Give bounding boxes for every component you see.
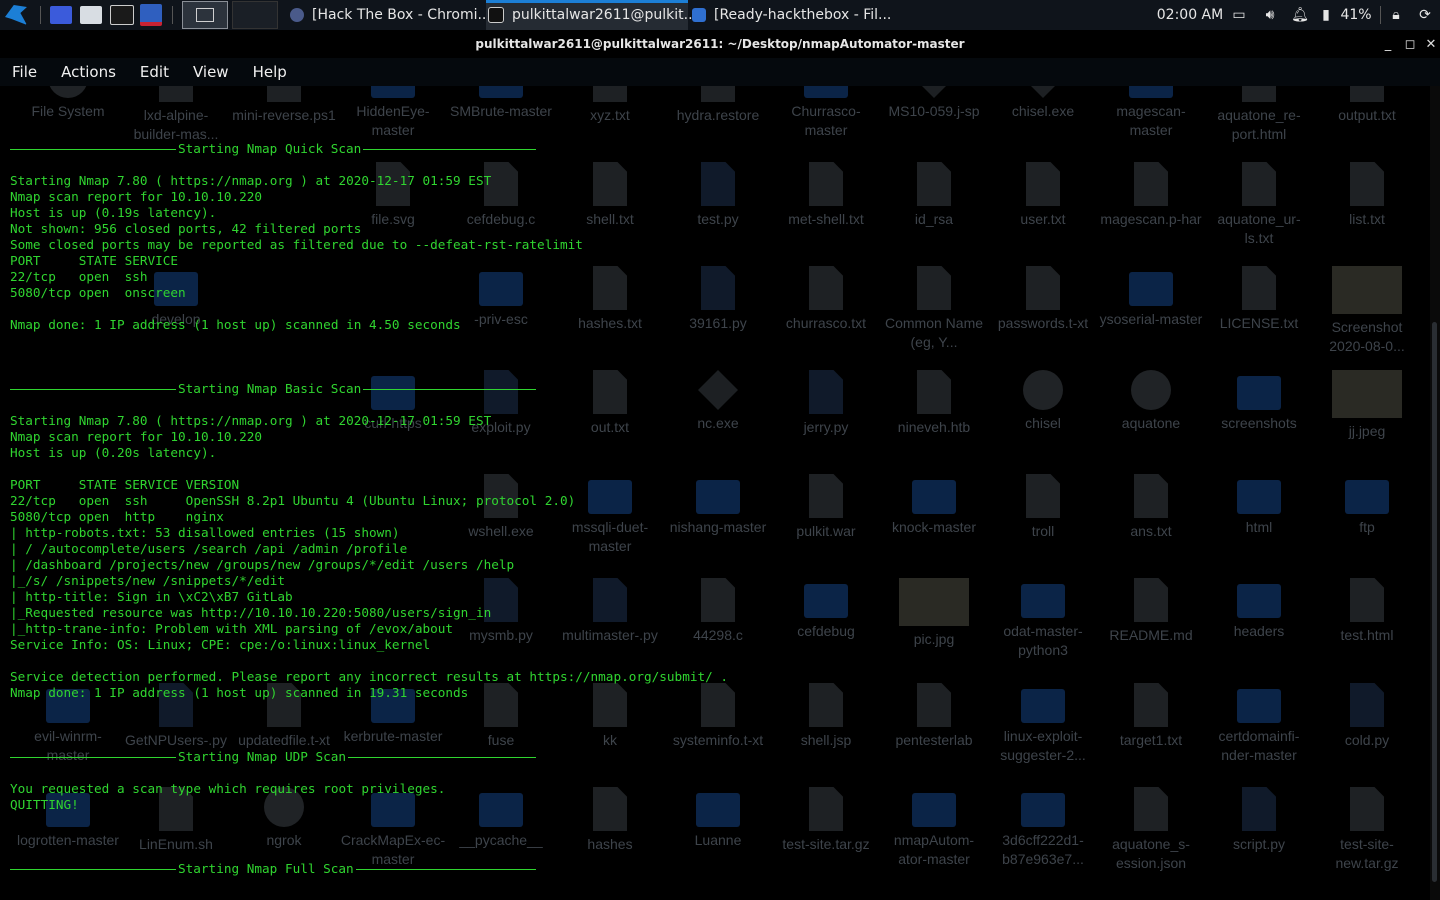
panel-separator [172,6,173,24]
maximize-button[interactable]: ◻ [1400,30,1420,58]
terminal-line: Host is up (0.20s latency). [10,445,217,460]
task-terminal[interactable]: pulkittalwar2611@pulkit... [486,0,697,30]
volume-icon[interactable]: 🔊︎ [1260,0,1280,30]
header-text: Starting Nmap Quick Scan [178,141,362,156]
battery-icon[interactable]: ▮ [1318,0,1334,30]
terminal-line: Some closed ports may be reported as fil… [10,237,583,252]
close-button[interactable]: ✕ [1421,30,1440,58]
workspace-terminal-icon [196,8,214,22]
header-rule [10,149,176,150]
scrollbar-thumb[interactable] [1432,322,1437,882]
terminal-line: PORT STATE SERVICE [10,253,179,268]
lock-icon[interactable]: 🔒︎ [1386,0,1406,30]
scan-header: Starting Nmap Basic Scan [10,381,536,397]
chromium-icon [290,8,304,22]
terminal-line: You requested a scan type which requires… [10,781,446,796]
task-label: [Hack The Box - Chromi... [312,7,491,23]
terminal-scrollbar[interactable] [1430,86,1440,900]
header-rule [348,757,536,758]
terminal-line: Service detection performed. Please repo… [10,669,729,684]
terminal-output[interactable]: Starting Nmap Quick Scan Starting Nmap 7.… [0,86,1428,900]
terminal-line: 22/tcp open ssh OpenSSH 8.2p1 Ubuntu 4 (… [10,493,576,508]
terminal-line: Service Info: OS: Linux; CPE: cpe:/o:lin… [10,637,431,652]
menu-actions[interactable]: Actions [49,58,128,86]
header-text: Starting Nmap UDP Scan [178,749,347,764]
show-desktop-icon[interactable] [50,6,72,24]
task-chromium[interactable]: [Hack The Box - Chromi... [288,0,491,30]
scan-header: Starting Nmap Quick Scan [10,141,536,157]
terminal-icon [488,7,504,23]
top-panel: [Hack The Box - Chromi... pulkittalwar26… [0,0,1440,30]
header-rule [10,757,176,758]
menu-file[interactable]: File [0,58,49,86]
terminal-line: |_Requested resource was http://10.10.10… [10,605,492,620]
terminal-line: QUITTING! [10,797,79,812]
terminal-line: | /dashboard /projects/new /groups/new /… [10,557,515,572]
terminal-line: Nmap done: 1 IP address (1 host up) scan… [10,317,461,332]
header-text: Starting Nmap Basic Scan [178,381,362,396]
terminal-line: Nmap done: 1 IP address (1 host up) scan… [10,685,469,700]
panel-separator [40,6,41,24]
menu-edit[interactable]: Edit [128,58,181,86]
menu-help[interactable]: Help [241,58,299,86]
power-icon[interactable]: ⟳ [1414,0,1436,30]
file-manager-icon[interactable] [80,6,102,24]
minimize-button[interactable]: _ [1378,30,1398,58]
terminal-line: 5080/tcp open http nginx [10,509,224,524]
window-title: pulkittalwar2611@pulkittalwar2611: ~/Des… [0,30,1440,58]
terminal-line: Host is up (0.19s latency). [10,205,217,220]
task-file-manager[interactable]: [Ready-hackthebox - Fil... [690,0,892,30]
screen-icon[interactable]: ▭ [1230,0,1248,30]
panel-separator [1380,6,1381,24]
menu-view[interactable]: View [181,58,241,86]
notification-bell-icon[interactable]: 🔔︎ [1290,0,1310,30]
header-rule [363,389,536,390]
terminal-line: | http-title: Sign in \xC2\xB7 GitLab [10,589,293,604]
terminal-line: 22/tcp open ssh [10,269,148,284]
task-label: pulkittalwar2611@pulkit... [512,7,697,23]
workspace-1-button[interactable] [182,1,228,29]
battery-percent: 41% [1340,7,1372,23]
terminal-line: |_/s/ /snippets/new /snippets/*/edit [10,573,285,588]
terminal-line: Nmap scan report for 10.10.10.220 [10,429,263,444]
task-label: [Ready-hackthebox - Fil... [714,7,892,23]
header-rule [363,149,536,150]
terminal-line: 5080/tcp open onscreen [10,285,186,300]
terminal-line: |_http-trane-info: Problem with XML pars… [10,621,454,636]
terminal-line: Starting Nmap 7.80 ( https://nmap.org ) … [10,413,492,428]
menu-bar: File Actions Edit View Help [0,58,1440,86]
browser-launcher-icon[interactable] [140,4,162,26]
workspace-2-button[interactable] [232,1,278,29]
terminal-line: | / /autocomplete/users /search /api /ad… [10,541,408,556]
terminal-line: Not shown: 956 closed ports, 42 filtered… [10,221,362,236]
kali-menu-button[interactable] [2,0,30,30]
header-rule [10,389,176,390]
folder-icon [692,8,706,22]
header-rule [10,869,176,870]
scan-header: Starting Nmap UDP Scan [10,749,536,765]
terminal-line: | http-robots.txt: 53 disallowed entries… [10,525,400,540]
scan-header: Starting Nmap Full Scan [10,861,536,877]
clock[interactable]: 02:00 AM [1154,0,1226,30]
terminal-launcher-icon[interactable] [110,5,134,25]
terminal-line: PORT STATE SERVICE VERSION [10,477,240,492]
terminal-line: Nmap scan report for 10.10.10.220 [10,189,263,204]
header-rule [356,869,536,870]
terminal-line: Starting Nmap 7.80 ( https://nmap.org ) … [10,173,492,188]
kali-dragon-icon [5,5,27,25]
header-text: Starting Nmap Full Scan [178,861,354,876]
